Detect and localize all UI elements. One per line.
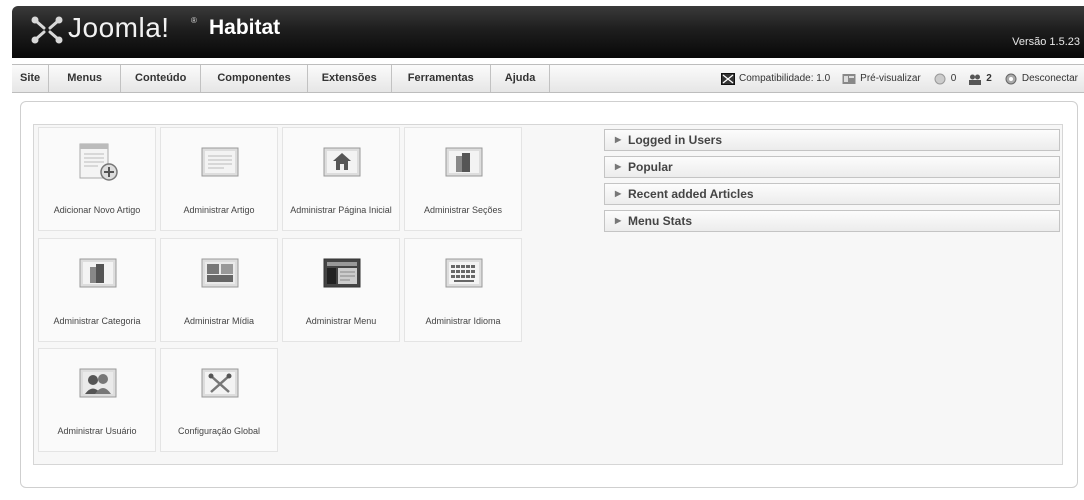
add-article-button[interactable]: Adicionar Novo Artigo [38, 127, 156, 231]
manage-frontpage-button[interactable]: Administrar Página Inicial [282, 127, 400, 231]
manage-sections-button[interactable]: Administrar Seções [404, 127, 522, 231]
compatibility-status: Compatibilidade: 1.0 [720, 72, 831, 85]
panel-recent-articles[interactable]: ▶ Recent added Articles [604, 183, 1060, 205]
panel-arrow-icon: ▶ [615, 135, 622, 144]
legacy-mode-icon [720, 72, 735, 85]
manage-sections-label: Administrar Seções [423, 205, 503, 215]
manage-media-button[interactable]: Administrar Mídia [160, 238, 278, 342]
site-name: Habitat [209, 16, 281, 39]
panel-title: Menu Stats [628, 214, 693, 228]
manage-menu-button[interactable]: Administrar Menu [282, 238, 400, 342]
main-menubar: Site Menus Conteúdo Componentes Extensõe… [12, 64, 1084, 93]
status-bar: Compatibilidade: 1.0 Pré-visualizar 0 2 [709, 65, 1078, 92]
manage-article-button[interactable]: Administrar Artigo [160, 127, 278, 231]
manage-language-label: Administrar Idioma [425, 316, 501, 326]
manage-category-label: Administrar Categoria [53, 316, 141, 326]
manage-language-button[interactable]: Administrar Idioma [404, 238, 522, 342]
media-icon [201, 258, 239, 288]
messages-icon [934, 73, 946, 84]
logout-link[interactable]: Desconectar [1004, 73, 1078, 85]
menu-extensions[interactable]: Extensões [308, 65, 392, 92]
users-online-icon [969, 74, 982, 85]
sections-icon [445, 147, 483, 177]
panel-arrow-icon: ▶ [615, 162, 622, 171]
preview-icon [842, 73, 856, 84]
manage-frontpage-label: Administrar Página Inicial [290, 205, 392, 215]
compatibility-label: Compatibilidade: 1.0 [738, 73, 831, 84]
logout-icon [1005, 73, 1017, 84]
manage-media-label: Administrar Mídia [183, 316, 255, 326]
category-icon [79, 258, 117, 288]
logo-trademark: ® [191, 16, 197, 25]
users-online-count: 2 [986, 73, 992, 84]
panel-arrow-icon: ▶ [615, 216, 622, 225]
panel-arrow-icon: ▶ [615, 189, 622, 198]
menu-content[interactable]: Conteúdo [121, 65, 202, 92]
menu-icon [323, 258, 361, 288]
article-icon [201, 147, 239, 177]
add-article-label: Adicionar Novo Artigo [53, 205, 141, 215]
manage-category-button[interactable]: Administrar Categoria [38, 238, 156, 342]
menu-site[interactable]: Site [12, 65, 50, 92]
manage-article-label: Administrar Artigo [183, 205, 255, 215]
global-config-label: Configuração Global [177, 426, 261, 436]
panel-popular[interactable]: ▶ Popular [604, 156, 1060, 178]
menu-tools[interactable]: Ferramentas [392, 65, 491, 92]
users-icon [79, 368, 117, 398]
add-article-icon [79, 143, 118, 181]
manage-menu-label: Administrar Menu [305, 316, 377, 326]
messages-count: 0 [950, 73, 957, 84]
language-icon [445, 258, 483, 288]
preview-label: Pré-visualizar [860, 73, 921, 84]
menu-components[interactable]: Componentes [201, 65, 308, 92]
menu-list: Site Menus Conteúdo Componentes Extensõe… [12, 65, 551, 92]
panel-title: Recent added Articles [628, 187, 754, 201]
panel-logged-in-users[interactable]: ▶ Logged in Users [604, 129, 1060, 151]
frontpage-icon [323, 147, 361, 177]
users-online-status: 2 [968, 73, 992, 85]
menu-menus[interactable]: Menus [49, 65, 122, 92]
menu-help[interactable]: Ajuda [491, 65, 551, 92]
manage-users-label: Administrar Usuário [57, 426, 137, 436]
preview-link[interactable]: Pré-visualizar [842, 73, 921, 85]
admin-header: Joomla! ® Habitat Versão 1.5.23 [12, 6, 1084, 58]
panel-title: Popular [628, 160, 673, 174]
messages-status[interactable]: 0 [933, 73, 957, 85]
logout-label: Desconectar [1021, 73, 1078, 84]
version-label: Versão 1.5.23 [1012, 36, 1080, 48]
global-config-button[interactable]: Configuração Global [160, 348, 278, 452]
panel-menu-stats[interactable]: ▶ Menu Stats [604, 210, 1060, 232]
panel-title: Logged in Users [628, 133, 723, 147]
joomla-logo-text: Joomla! [68, 12, 170, 43]
manage-users-button[interactable]: Administrar Usuário [38, 348, 156, 452]
config-icon [201, 368, 239, 398]
joomla-logo-icon [31, 16, 63, 44]
